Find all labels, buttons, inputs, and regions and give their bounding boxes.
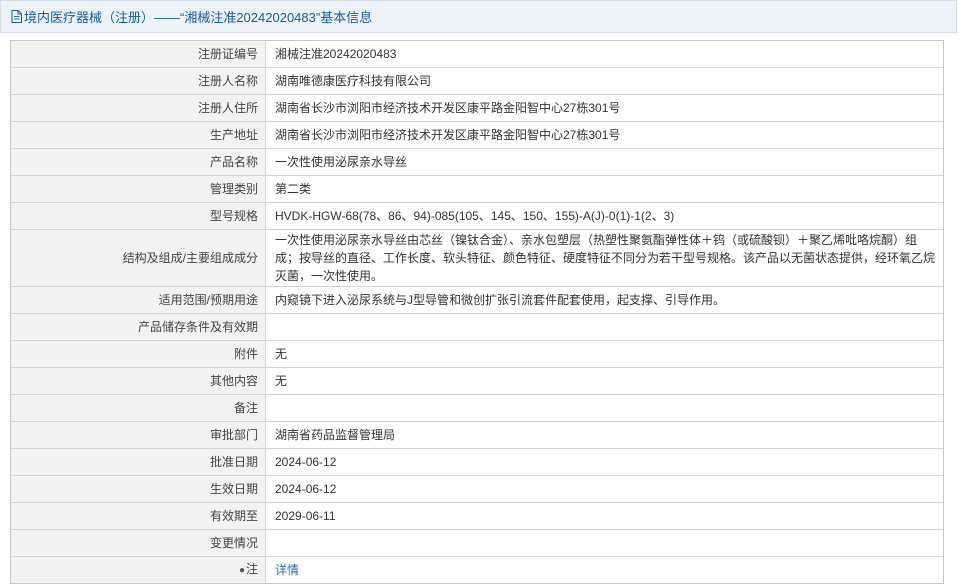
note-label-cell: ●注	[11, 556, 266, 583]
table-row: 结构及组成/主要组成成分 一次性使用泌尿亲水导丝由芯丝（镍钛合金）、亲水包塑层（热…	[11, 229, 943, 287]
field-label: 变更情况	[11, 529, 266, 557]
table-row: 生效日期 2024-06-12	[11, 475, 943, 503]
table-row: 生产地址 湖南省长沙市浏阳市经济技术开发区康平路金阳智中心27栋301号	[11, 121, 943, 149]
table-row: 审批部门 湖南省药品监督管理局	[11, 421, 943, 449]
field-label: 生产地址	[11, 121, 266, 149]
table-row: 注册人名称 湖南唯德康医疗科技有限公司	[11, 67, 943, 95]
table-row: 型号规格 HVDK-HGW-68(78、86、94)-085(105、145、15…	[11, 202, 943, 230]
field-value	[265, 313, 943, 341]
field-label: 备注	[11, 394, 266, 422]
field-value: 一次性使用泌尿亲水导丝	[265, 148, 943, 176]
field-label: 型号规格	[11, 202, 266, 230]
field-value: 无	[265, 340, 943, 368]
field-value: 无	[265, 367, 943, 395]
page-header: 境内医疗器械（注册）——“湘械注准20242020483”基本信息	[0, 0, 957, 33]
field-value: HVDK-HGW-68(78、86、94)-085(105、145、150、15…	[265, 202, 943, 230]
field-label: 有效期至	[11, 502, 266, 530]
field-label: 注册证编号	[11, 41, 266, 68]
note-label: 注	[245, 562, 258, 576]
table-row: 产品名称 一次性使用泌尿亲水导丝	[11, 148, 943, 176]
field-label: 审批部门	[11, 421, 266, 449]
info-table: 注册证编号 湘械注准20242020483 注册人名称 湖南唯德康医疗科技有限公司 注册…	[11, 41, 943, 583]
field-value: 第二类	[265, 175, 943, 203]
field-value: 内窥镜下进入泌尿系统与J型导管和微创扩张引流套件配套使用，起支撑、引导作用。	[265, 286, 943, 314]
table-row: 适用范围/预期用途 内窥镜下进入泌尿系统与J型导管和微创扩张引流套件配套使用，起支…	[11, 286, 943, 314]
table-row: 管理类别 第二类	[11, 175, 943, 203]
field-label: 结构及组成/主要组成成分	[11, 229, 266, 287]
field-value: 2024-06-12	[265, 475, 943, 503]
table-row: 产品储存条件及有效期	[11, 313, 943, 341]
table-row: 注册人住所 湖南省长沙市浏阳市经济技术开发区康平路金阳智中心27栋301号	[11, 94, 943, 122]
field-value: 湖南省药品监督管理局	[265, 421, 943, 449]
page-title: 境内医疗器械（注册）——“湘械注准20242020483”基本信息	[24, 10, 373, 25]
field-value	[265, 394, 943, 422]
pin-icon: ●	[238, 565, 245, 576]
field-label: 注册人住所	[11, 94, 266, 122]
table-row: 注册证编号 湘械注准20242020483	[11, 41, 943, 68]
field-label: 产品储存条件及有效期	[11, 313, 266, 341]
field-label: 产品名称	[11, 148, 266, 176]
table-row: 其他内容无	[11, 367, 943, 395]
table-row: 附件无	[11, 340, 943, 368]
table-row: 批准日期 2024-06-12	[11, 448, 943, 476]
field-label: 适用范围/预期用途	[11, 286, 266, 314]
note-row: ●注 详情	[11, 556, 943, 583]
field-value	[265, 529, 943, 557]
field-label: 注册人名称	[11, 67, 266, 95]
field-value: 2024-06-12	[265, 448, 943, 476]
details-link[interactable]: 详情	[275, 563, 299, 577]
document-icon	[11, 10, 22, 23]
table-row: 备注	[11, 394, 943, 422]
info-panel: 注册证编号 湘械注准20242020483 注册人名称 湖南唯德康医疗科技有限公司 注册…	[10, 40, 944, 584]
field-value: 2029-06-11	[265, 502, 943, 530]
field-value: 一次性使用泌尿亲水导丝由芯丝（镍钛合金）、亲水包塑层（热塑性聚氨酯弹性体＋钨（或…	[265, 229, 943, 287]
field-label: 生效日期	[11, 475, 266, 503]
field-label: 其他内容	[11, 367, 266, 395]
field-label: 附件	[11, 340, 266, 368]
field-value: 湖南省长沙市浏阳市经济技术开发区康平路金阳智中心27栋301号	[265, 121, 943, 149]
field-value: 湘械注准20242020483	[265, 41, 943, 68]
field-value: 湖南唯德康医疗科技有限公司	[265, 67, 943, 95]
field-label: 管理类别	[11, 175, 266, 203]
table-row: 有效期至 2029-06-11	[11, 502, 943, 530]
note-value-cell: 详情	[265, 556, 943, 583]
table-row: 变更情况	[11, 529, 943, 557]
field-label: 批准日期	[11, 448, 266, 476]
field-value: 湖南省长沙市浏阳市经济技术开发区康平路金阳智中心27栋301号	[265, 94, 943, 122]
